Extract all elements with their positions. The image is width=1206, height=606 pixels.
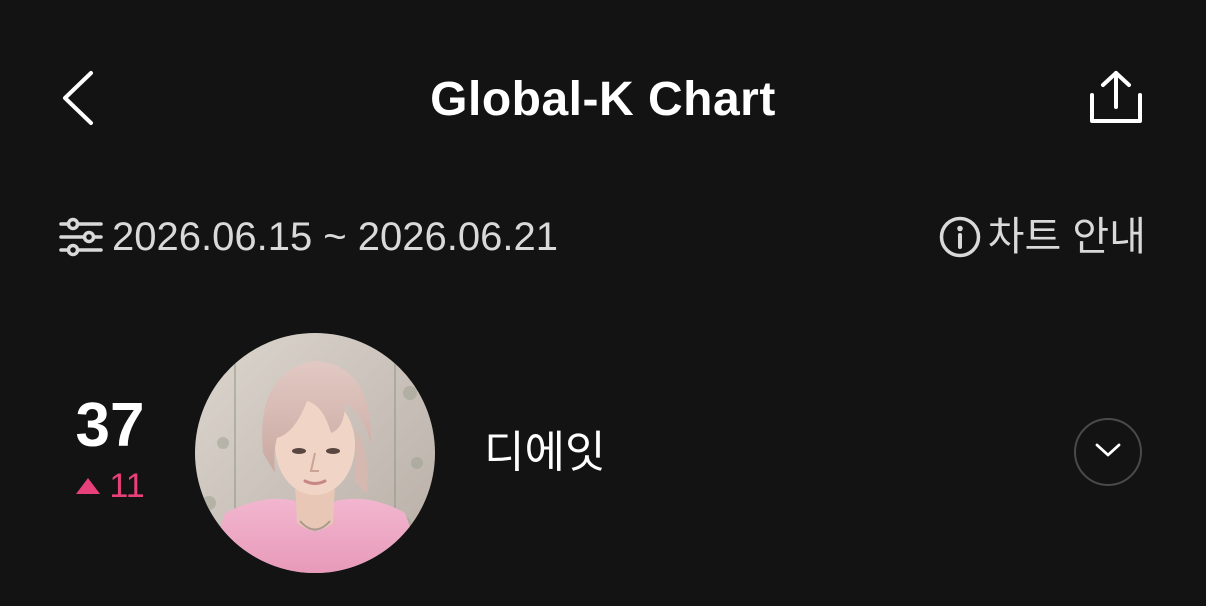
artist-name[interactable]: 디에잇: [484, 426, 605, 480]
page-title: Global-K Chart: [430, 73, 776, 126]
chart-guide-label: 차트 안내: [987, 215, 1146, 259]
date-range-filter[interactable]: 2026.06.15 ~ 2026.06.21: [58, 213, 558, 261]
share-icon: [1088, 69, 1144, 130]
back-button[interactable]: [48, 62, 108, 138]
chevron-left-icon: [61, 70, 95, 131]
share-button[interactable]: [1078, 64, 1154, 134]
header-bar: Global-K Chart: [0, 0, 1206, 200]
info-icon: [938, 215, 982, 259]
rank-change: 11: [60, 466, 160, 506]
triangle-up-icon: [75, 476, 103, 496]
chevron-down-icon: [1095, 442, 1121, 463]
artist-avatar[interactable]: [195, 333, 435, 573]
filter-row: 2026.06.15 ~ 2026.06.21 차트 안내: [0, 205, 1206, 269]
rank-change-value: 11: [109, 467, 145, 505]
rank-block: 37 11: [60, 390, 160, 506]
chart-list-item[interactable]: 37 11 디에잇: [0, 330, 1206, 580]
chart-guide-button[interactable]: 차트 안내: [938, 213, 1146, 261]
date-range-label: 2026.06.15 ~ 2026.06.21: [112, 215, 558, 259]
rank-number: 37: [75, 391, 145, 460]
expand-button[interactable]: [1074, 418, 1142, 486]
sliders-icon: [58, 214, 104, 260]
